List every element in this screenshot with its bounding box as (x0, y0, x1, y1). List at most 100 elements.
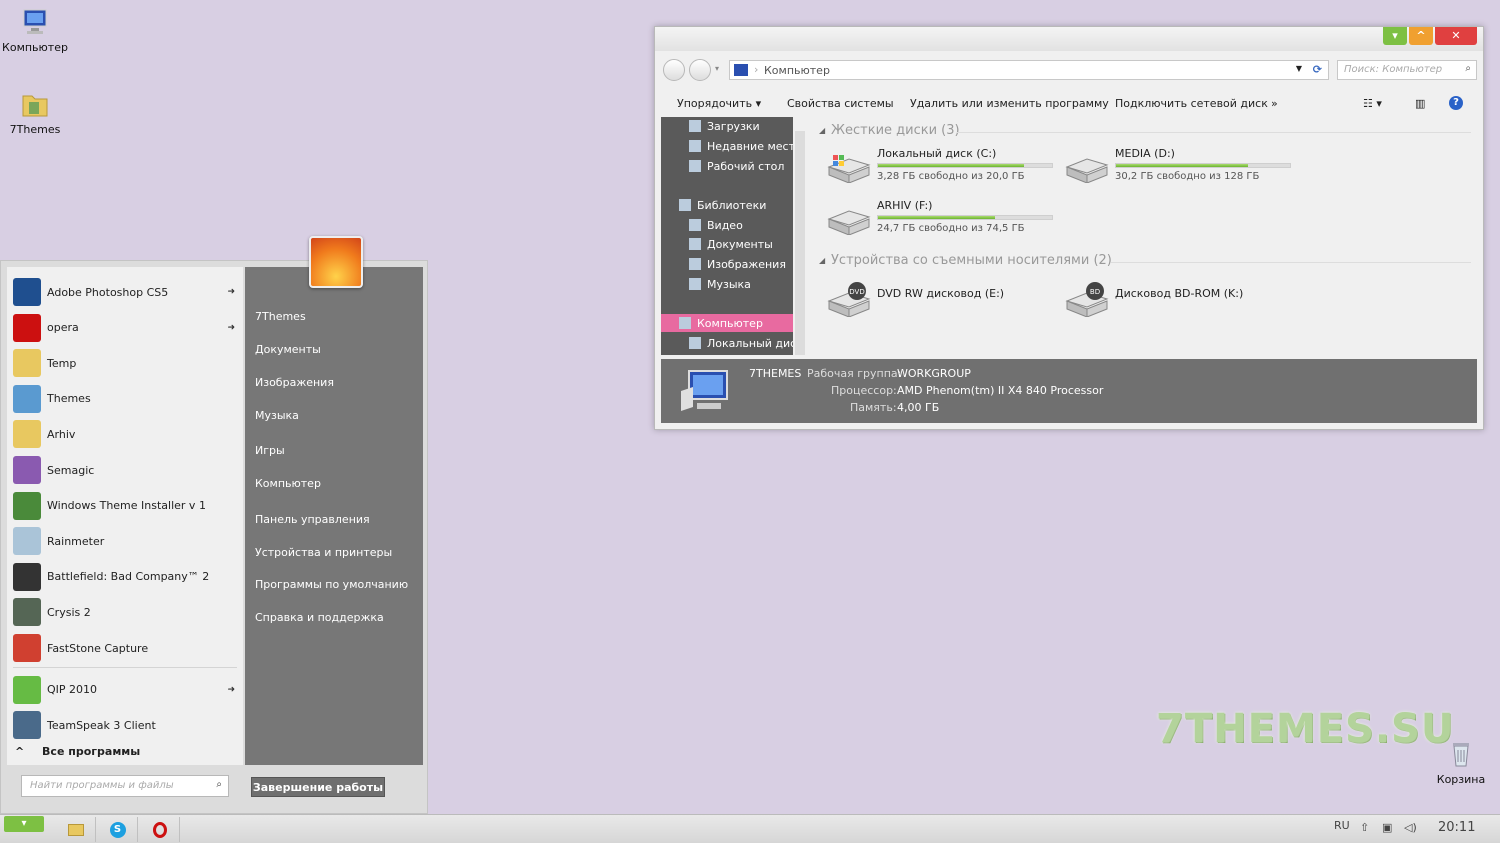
folder-icon (19, 88, 51, 120)
nav-item-documents[interactable]: Документы (689, 235, 773, 253)
group-header-removable[interactable]: Устройства со съемными носителями (2) (831, 253, 1112, 268)
view-options-icon[interactable]: ☷ ▾ (1363, 97, 1382, 110)
uninstall-program-button[interactable]: Удалить или изменить программу (910, 97, 1109, 110)
place-item[interactable]: Справка и поддержка (255, 611, 384, 624)
clock[interactable]: 20:11 (1438, 820, 1475, 835)
submenu-arrow-icon[interactable]: ➜ (227, 287, 235, 297)
nav-item-recent[interactable]: Недавние места (689, 137, 793, 155)
taskbar-opera-button[interactable] (140, 817, 180, 842)
help-icon[interactable]: ? (1449, 96, 1463, 110)
program-item[interactable]: FastStone Capture (7, 631, 243, 665)
expand-icon: ^ (15, 745, 29, 758)
search-icon: ⌕ (1465, 63, 1471, 74)
history-dropdown-icon[interactable]: ▾ (715, 64, 719, 73)
preview-pane-icon[interactable]: ▥ (1415, 97, 1425, 110)
dvd-drive-icon: DVD (827, 281, 871, 318)
refresh-icon[interactable]: ⟳ (1313, 63, 1322, 76)
place-item[interactable]: Панель управления (255, 513, 370, 526)
program-item[interactable]: Windows Theme Installer v 1 (7, 489, 243, 523)
nav-item-local-disk[interactable]: Локальный диск (689, 334, 793, 352)
address-dropdown-icon[interactable]: ▼ (1296, 64, 1302, 73)
nav-item-video[interactable]: Видео (689, 216, 743, 234)
program-item[interactable]: Semagic (7, 453, 243, 487)
collapse-group-icon[interactable]: ◢ (819, 256, 825, 265)
show-hidden-icons-icon[interactable]: ⇧ (1360, 821, 1369, 834)
more-commands-button[interactable]: » (1271, 97, 1278, 110)
search-input[interactable]: Поиск: Компьютер ⌕ (1337, 60, 1477, 80)
drive-item-k[interactable]: BD Дисковод BD-ROM (K:) (1065, 277, 1295, 321)
nav-item-desktop[interactable]: Рабочий стол (689, 157, 784, 175)
drive-name: DVD RW дисковод (E:) (877, 287, 1005, 300)
program-label: Battlefield: Bad Company™ 2 (47, 570, 210, 584)
drive-item-f[interactable]: ARHIV (F:) 24,7 ГБ свободно из 74,5 ГБ (827, 199, 1057, 243)
drive-item-c[interactable]: Локальный диск (C:) 3,28 ГБ свободно из … (827, 147, 1057, 191)
desktop-icon-7themes[interactable]: 7Themes (0, 88, 70, 136)
breadcrumb[interactable]: Компьютер (764, 64, 830, 77)
address-bar[interactable]: › Компьютер ▼ ⟳ (729, 60, 1329, 80)
program-label: opera (47, 321, 79, 335)
taskbar-skype-button[interactable]: S (98, 817, 138, 842)
drive-item-e[interactable]: DVD DVD RW дисковод (E:) (827, 277, 1057, 321)
nav-item-libraries[interactable]: Библиотеки (679, 196, 766, 214)
program-item[interactable]: QIP 2010 ➜ (7, 673, 243, 707)
volume-icon[interactable]: ◁) (1404, 821, 1417, 834)
network-icon[interactable]: ▣ (1382, 821, 1392, 834)
drive-item-d[interactable]: MEDIA (D:) 30,2 ГБ свободно из 128 ГБ (1065, 147, 1295, 191)
organize-button[interactable]: Упорядочить ▾ (677, 97, 761, 110)
desktop-icon-computer[interactable]: Компьютер (0, 6, 70, 54)
program-label: QIP 2010 (47, 683, 98, 697)
system-properties-button[interactable]: Свойства системы (787, 97, 894, 110)
place-item[interactable]: Игры (255, 444, 285, 457)
start-search-input[interactable]: Найти программы и файлы ⌕ (21, 775, 229, 797)
map-network-drive-button[interactable]: Подключить сетевой диск (1115, 97, 1268, 110)
window-titlebar[interactable]: ▾ ^ ✕ (655, 27, 1483, 51)
submenu-arrow-icon[interactable]: ➜ (227, 685, 235, 695)
program-item[interactable]: Battlefield: Bad Company™ 2 (7, 560, 243, 594)
place-item[interactable]: 7Themes (255, 310, 306, 323)
user-avatar[interactable] (309, 236, 363, 288)
maximize-button[interactable]: ^ (1409, 27, 1433, 45)
nav-item-label: Недавние места (707, 139, 793, 153)
place-item[interactable]: Музыка (255, 409, 299, 422)
place-item[interactable]: Программы по умолчанию (255, 578, 408, 591)
maximize-icon: ^ (1416, 29, 1426, 42)
forward-button[interactable] (689, 59, 711, 81)
program-item[interactable]: Rainmeter (7, 524, 243, 558)
divider (13, 667, 237, 668)
collapse-group-icon[interactable]: ◢ (819, 126, 825, 135)
program-icon (13, 562, 41, 591)
back-button[interactable] (663, 59, 685, 81)
taskbar: ▾ S RU ⇧ ▣ ◁) 20:11 (0, 814, 1500, 843)
program-item[interactable]: opera ➜ (7, 311, 243, 345)
nav-item-computer[interactable]: Компьютер (661, 314, 793, 332)
place-item[interactable]: Документы (255, 343, 321, 356)
language-indicator[interactable]: RU (1334, 819, 1350, 832)
dvd-badge: DVD (849, 288, 864, 296)
navigation-scrollbar[interactable] (795, 131, 805, 355)
taskbar-explorer-button[interactable] (56, 817, 96, 842)
program-item[interactable]: Arhiv (7, 417, 243, 451)
group-header-hdd[interactable]: Жесткие диски (3) (831, 123, 960, 138)
program-item[interactable]: Themes (7, 382, 243, 416)
program-item[interactable]: Adobe Photoshop CS5 ➜ (7, 275, 243, 309)
place-item[interactable]: Компьютер (255, 477, 321, 490)
start-button[interactable]: ▾ (4, 816, 44, 832)
workgroup-value: WORKGROUP (897, 367, 971, 380)
shutdown-button[interactable]: Завершение работы (251, 777, 385, 797)
program-item[interactable]: TeamSpeak 3 Client (7, 708, 243, 742)
minimize-button[interactable]: ▾ (1383, 27, 1407, 45)
nav-item-pictures[interactable]: Изображения (689, 255, 786, 273)
submenu-arrow-icon[interactable]: ➜ (227, 323, 235, 333)
program-item[interactable]: Temp (7, 346, 243, 380)
breadcrumb-arrow-icon: › (754, 63, 759, 76)
place-item[interactable]: Изображения (255, 376, 334, 389)
program-item[interactable]: Crysis 2 (7, 595, 243, 629)
nav-item-music[interactable]: Музыка (689, 275, 751, 293)
drives-view: ◢ Жесткие диски (3) Локальный диск (C:) … (811, 123, 1477, 359)
close-button[interactable]: ✕ (1435, 27, 1477, 45)
bd-badge: BD (1090, 288, 1100, 296)
place-item[interactable]: Устройства и принтеры (255, 546, 392, 559)
all-programs-button[interactable]: ^ Все программы (15, 745, 140, 758)
nav-item-downloads[interactable]: Загрузки (689, 117, 760, 135)
nav-item-label: Компьютер (697, 316, 763, 330)
